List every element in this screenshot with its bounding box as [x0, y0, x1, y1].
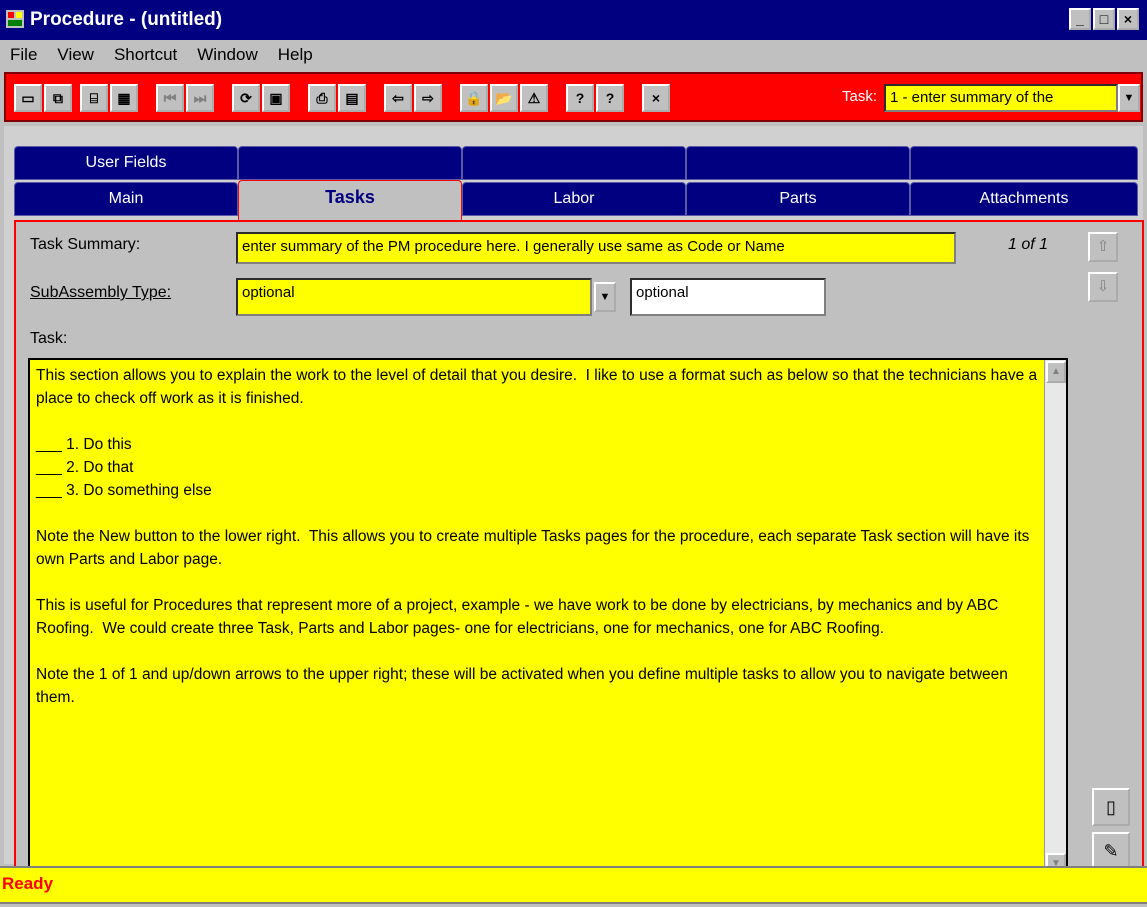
chart-icon: ⚠ — [527, 89, 541, 106]
window-title: Procedure - (untitled) — [30, 9, 223, 30]
back-icon: ⇦ — [392, 89, 404, 106]
tab-blank-4[interactable] — [910, 146, 1138, 180]
first-record-button[interactable]: ⏮ — [156, 84, 184, 112]
copy-button[interactable]: ⧉ — [44, 84, 72, 112]
task-summary-label: Task Summary: — [30, 236, 141, 253]
arrow-down-icon: ⇩ — [1096, 278, 1110, 295]
forward-icon: ⇨ — [422, 89, 434, 106]
new-record-button[interactable]: ▭ — [14, 84, 42, 112]
context-help-icon: ? — [605, 90, 615, 106]
menu-help[interactable]: Help — [268, 45, 323, 65]
task-selector-dropdown-button[interactable]: ▼ — [1118, 84, 1140, 112]
refresh-icon: ⟳ — [240, 89, 252, 106]
task-summary-input[interactable]: enter summary of the PM procedure here. … — [236, 232, 956, 264]
title-bar: Procedure - (untitled) _ □ × — [0, 0, 1147, 40]
app-icon — [6, 10, 24, 28]
close-window-button[interactable]: × — [1117, 8, 1139, 30]
task-selector-label: Task: — [842, 88, 878, 105]
tab-attachments[interactable]: Attachments — [910, 182, 1138, 216]
scroll-up-icon: ▲ — [1051, 366, 1061, 377]
task-text-scrollbar[interactable]: ▲ ▼ — [1044, 360, 1066, 876]
tab-user-fields[interactable]: User Fields — [14, 146, 238, 180]
task-counter: 1 of 1 — [1008, 236, 1049, 253]
preview-button[interactable]: ▤ — [338, 84, 366, 112]
new-page-icon: ▯ — [1106, 797, 1116, 817]
tab-blank-3[interactable] — [686, 146, 910, 180]
last-record-button[interactable]: ⏭ — [186, 84, 214, 112]
forward-button[interactable]: ⇨ — [414, 84, 442, 112]
tab-labor[interactable]: Labor — [462, 182, 686, 216]
subassembly-dropdown-button[interactable]: ▼ — [594, 282, 616, 312]
toolbar: ▭ ⧉ ⌸ ▦ ⏮ ⏭ ⟳ ▣ ⎙ ▤ ⇦ ⇨ 🔒 📂 ⚠ ? ? × Task… — [4, 72, 1143, 122]
tasks-panel: Task Summary: enter summary of the PM pr… — [14, 220, 1144, 886]
task-text: This section allows you to explain the w… — [36, 367, 1038, 706]
subassembly-description-field: optional — [630, 278, 826, 316]
lock-button[interactable]: 🔒 — [460, 84, 488, 112]
eraser-icon: ✎ — [1103, 841, 1119, 861]
lock-icon: 🔒 — [465, 89, 483, 106]
new-task-button[interactable]: ▯ — [1092, 788, 1130, 826]
folder-icon: 📂 — [495, 89, 513, 106]
menu-shortcut[interactable]: Shortcut — [104, 45, 187, 65]
tab-main[interactable]: Main — [14, 182, 238, 216]
print-icon: ⎙ — [316, 89, 328, 106]
previous-task-button[interactable]: ⇧ — [1088, 232, 1118, 262]
close-button[interactable]: × — [642, 84, 670, 112]
chevron-down-icon: ▼ — [599, 291, 611, 303]
menu-bar: File View Shortcut Window Help — [0, 40, 1147, 70]
close-icon: × — [651, 90, 661, 106]
subassembly-type-label: SubAssembly Type: — [30, 284, 172, 301]
scroll-up-button[interactable]: ▲ — [1046, 361, 1066, 383]
task-selector[interactable]: 1 - enter summary of the — [884, 84, 1118, 112]
status-bar: Ready — [0, 866, 1147, 904]
preview-icon: ▤ — [345, 89, 359, 106]
task-text-area[interactable]: This section allows you to explain the w… — [28, 358, 1068, 878]
menu-window[interactable]: Window — [187, 45, 267, 65]
grid-icon: ▦ — [117, 89, 131, 106]
context-help-button[interactable]: ? — [596, 84, 624, 112]
chevron-down-icon: ▼ — [1123, 92, 1135, 104]
open-icon: ⌸ — [89, 89, 99, 106]
next-task-button[interactable]: ⇩ — [1088, 272, 1118, 302]
tab-tasks[interactable]: Tasks — [238, 180, 462, 222]
status-text: Ready — [2, 874, 54, 893]
subassembly-type-select[interactable]: optional — [236, 278, 592, 316]
print-button[interactable]: ⎙ — [308, 84, 336, 112]
last-icon: ⏭ — [193, 89, 207, 106]
menu-file[interactable]: File — [0, 45, 47, 65]
minimize-button[interactable]: _ — [1069, 8, 1091, 30]
first-icon: ⏮ — [163, 89, 177, 106]
save-icon: ▣ — [269, 89, 283, 106]
new-icon: ▭ — [21, 89, 35, 106]
procedure-form: User Fields Main Tasks Labor Parts Attac… — [4, 126, 1144, 886]
delete-task-button[interactable]: ✎ — [1092, 832, 1130, 870]
tab-parts[interactable]: Parts — [686, 182, 910, 216]
maximize-button[interactable]: □ — [1093, 8, 1115, 30]
help-button[interactable]: ? — [566, 84, 594, 112]
chart-button[interactable]: ⚠ — [520, 84, 548, 112]
task-text-label: Task: — [30, 330, 68, 347]
help-icon: ? — [575, 90, 585, 106]
menu-view[interactable]: View — [47, 45, 104, 65]
arrow-up-icon: ⇧ — [1096, 238, 1110, 255]
save-button[interactable]: ▣ — [262, 84, 290, 112]
grid-button[interactable]: ▦ — [110, 84, 138, 112]
tab-blank-1[interactable] — [238, 146, 462, 180]
tab-blank-2[interactable] — [462, 146, 686, 180]
copy-icon: ⧉ — [53, 89, 63, 106]
refresh-button[interactable]: ⟳ — [232, 84, 260, 112]
back-button[interactable]: ⇦ — [384, 84, 412, 112]
folder-button[interactable]: 📂 — [490, 84, 518, 112]
open-button[interactable]: ⌸ — [80, 84, 108, 112]
